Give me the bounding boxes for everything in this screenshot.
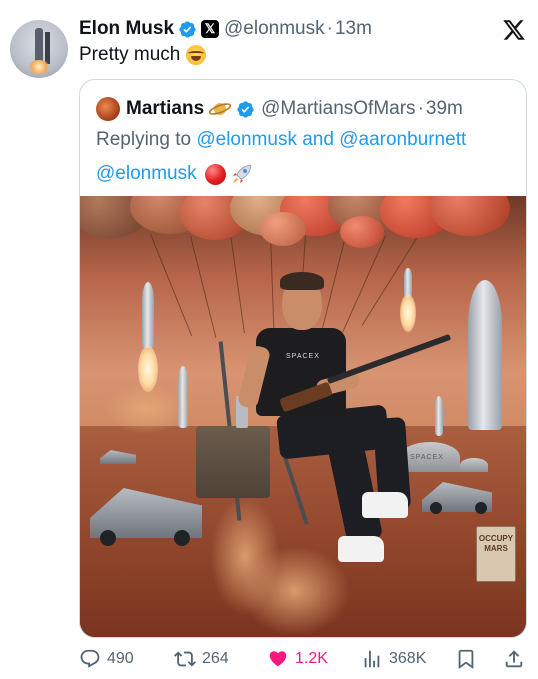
sign-line2: MARS <box>484 544 508 553</box>
truck-wheel <box>475 502 487 514</box>
share-button[interactable] <box>503 646 525 672</box>
reply-count: 490 <box>107 650 134 667</box>
replying-and: and <box>296 129 340 150</box>
smoke-cloud <box>106 384 186 434</box>
verified-badge-icon <box>179 20 196 38</box>
avatar-tower <box>45 32 50 64</box>
person-hair <box>280 272 324 290</box>
quoted-author-name[interactable]: Martians <box>126 98 204 120</box>
view-count: 368K <box>389 650 427 667</box>
header-separator: · <box>326 18 333 39</box>
quoted-author-handle[interactable]: @MartiansOfMars <box>261 98 415 120</box>
balloon <box>260 212 306 246</box>
rocket-emoji <box>232 164 252 183</box>
tweet-header: Elon Musk 𝕏 @elonmusk · 13m <box>79 18 372 40</box>
avatar-rocket <box>35 28 43 62</box>
quoted-tweet[interactable]: Martians @MartiansOfMars · 39m Replying … <box>79 79 527 638</box>
quoted-text: @elonmusk <box>96 163 254 185</box>
starship-rocket <box>468 280 502 430</box>
author-handle[interactable]: @elonmusk <box>224 18 325 40</box>
replying-user-link[interactable]: @aaronburnett <box>339 129 466 150</box>
author-name[interactable]: Elon Musk <box>79 18 174 40</box>
balloon <box>340 216 384 248</box>
tweet-time[interactable]: 13m <box>335 18 372 40</box>
balloon-string <box>150 233 193 337</box>
balloon-string <box>270 233 275 332</box>
tweet: Elon Musk 𝕏 @elonmusk · 13m Pretty much … <box>0 0 538 679</box>
dome-label: SPACEX <box>410 454 444 461</box>
sign-line1: OCCUPY <box>478 534 514 543</box>
bookmark-icon <box>458 649 474 670</box>
reply-button[interactable]: 490 <box>79 646 134 672</box>
tweet-text-body: Pretty much <box>79 44 181 65</box>
quoted-time[interactable]: 39m <box>426 98 463 120</box>
starship-rocket <box>435 396 443 436</box>
laughing-with-tears-emoji <box>186 45 207 65</box>
repost-icon <box>174 651 196 667</box>
x-logo-icon[interactable] <box>502 18 526 42</box>
quoted-author-avatar[interactable] <box>96 97 120 121</box>
quoted-media-image[interactable]: SPACEX SPACEX OCCUPY MARS <box>80 196 526 637</box>
rocket-plume <box>400 294 416 332</box>
habitat-dome <box>460 458 488 472</box>
repost-count: 264 <box>202 650 229 667</box>
person-shoe <box>362 492 408 518</box>
quoted-header: Martians @MartiansOfMars · 39m <box>96 97 463 121</box>
balloon-string <box>190 235 217 339</box>
balloon-string <box>230 233 245 334</box>
balloon <box>430 196 510 236</box>
avatar-fire <box>28 60 50 74</box>
like-button[interactable]: 1.2K <box>267 646 328 672</box>
x-affiliate-badge-icon: 𝕏 <box>201 20 220 38</box>
repost-button[interactable]: 264 <box>174 646 229 672</box>
truck-wheel <box>100 530 116 546</box>
ringed-planet-emoji <box>208 103 232 115</box>
reply-icon <box>80 649 100 668</box>
tweet-text: Pretty much <box>79 44 207 66</box>
mention-link[interactable]: @elonmusk <box>96 163 197 185</box>
starship-rocket <box>142 282 154 348</box>
balloon-string <box>342 235 386 333</box>
like-count: 1.2K <box>295 650 328 667</box>
shirt-label: SPACEX <box>286 353 320 360</box>
share-icon <box>505 650 523 668</box>
action-bar: 490 264 1.2K 368K <box>79 646 527 672</box>
person-shoe <box>338 536 384 562</box>
dust-trail <box>240 546 350 636</box>
author-avatar[interactable] <box>10 20 68 78</box>
replying-to: Replying to @elonmusk and @aaronburnett <box>96 129 466 151</box>
truck-wheel <box>174 530 190 546</box>
verified-badge-icon <box>237 100 254 118</box>
quoted-header-separator: · <box>417 98 424 119</box>
heart-icon <box>269 651 287 667</box>
red-circle-emoji <box>204 163 226 185</box>
views-chart-icon <box>364 650 380 668</box>
balloon-string <box>320 235 346 334</box>
replying-prefix: Replying to <box>96 129 197 150</box>
truck-wheel <box>430 502 442 514</box>
views-button[interactable]: 368K <box>361 646 426 672</box>
bookmark-button[interactable] <box>455 646 477 672</box>
cooler-box <box>196 426 270 498</box>
replying-user-link[interactable]: @elonmusk <box>196 129 297 150</box>
